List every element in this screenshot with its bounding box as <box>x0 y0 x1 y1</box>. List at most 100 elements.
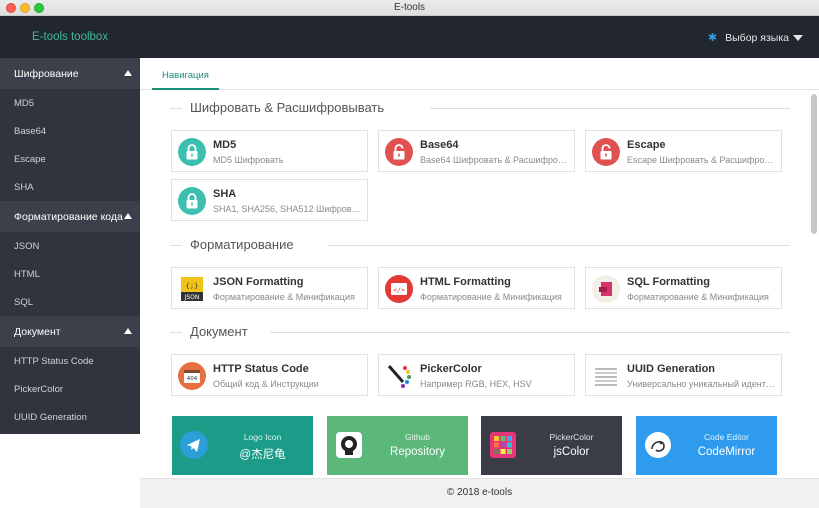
sql-file-icon <box>592 275 620 303</box>
sidebar-item-escape[interactable]: Escape <box>0 145 140 173</box>
unlock-icon <box>385 138 413 166</box>
card-title: SHA <box>213 188 237 200</box>
promo-title: Logo Icon <box>243 432 282 442</box>
promo-title: Github <box>404 432 431 442</box>
divider <box>328 245 790 246</box>
card-subtitle: MD5 Шифровать <box>213 155 284 165</box>
card-http-status-code[interactable]: 404 HTTP Status Code Общий код & Инструк… <box>171 354 368 396</box>
card-pickercolor[interactable]: PickerColor Например RGB, HEX, HSV <box>378 354 575 396</box>
uuid-icon <box>595 368 617 386</box>
svg-text:{;}: {;} <box>186 282 199 290</box>
main-content: Навигация Шифровать & Расшифровывать MD5… <box>140 58 819 478</box>
scrollbar[interactable] <box>811 94 817 234</box>
window-title: E-tools <box>393 2 426 13</box>
color-picker-icon <box>387 365 411 388</box>
sidebar-item-sql[interactable]: SQL <box>0 288 140 316</box>
divider <box>170 332 182 333</box>
gear-icon: ✱ <box>707 32 718 44</box>
title-bar: E-tools <box>0 0 819 16</box>
collapse-icon <box>124 328 132 334</box>
json-file-icon: {;} JSON <box>181 277 203 301</box>
card-md5[interactable]: MD5 MD5 Шифровать <box>171 130 368 172</box>
promo-github[interactable]: Github Repository <box>327 416 468 475</box>
telegram-icon <box>180 431 208 459</box>
sidebar-group-encryption[interactable]: Шифрование <box>0 58 140 89</box>
card-json-formatting[interactable]: {;} JSON JSON Formatting Форматирование … <box>171 267 368 309</box>
card-title: UUID Generation <box>627 363 716 375</box>
caret-down-icon <box>793 34 803 41</box>
card-sha[interactable]: SHA SHA1, SHA256, SHA512 Шифровать <box>171 179 368 221</box>
promo-value: CodeMirror <box>697 446 756 458</box>
promo-title: PickerColor <box>549 432 594 442</box>
sidebar-item-base64[interactable]: Base64 <box>0 117 140 145</box>
sidebar: Шифрование MD5 Base64 Escape SHA Формати… <box>0 58 140 434</box>
card-subtitle: Например RGB, HEX, HSV <box>420 379 532 389</box>
svg-text:404: 404 <box>187 376 198 382</box>
section-title: Форматирование <box>190 237 304 252</box>
promo-logo-icon[interactable]: Logo Icon @杰尼龟 <box>172 416 313 475</box>
card-title: MD5 <box>213 139 237 151</box>
section-title: Шифровать & Расшифровывать <box>190 100 395 115</box>
card-title: HTML Formatting <box>420 276 511 288</box>
collapse-icon <box>124 70 132 76</box>
svg-text:</>: </> <box>393 286 405 294</box>
collapse-icon <box>124 213 132 219</box>
palette-icon <box>490 432 516 458</box>
sidebar-group-label: Документ <box>14 325 61 338</box>
card-subtitle: SHA1, SHA256, SHA512 Шифровать <box>213 204 363 214</box>
sidebar-item-uuid[interactable]: UUID Generation <box>0 403 140 431</box>
section-formatting: Форматирование <box>170 237 790 253</box>
html-code-icon: </> <box>385 275 413 303</box>
card-uuid-generation[interactable]: UUID Generation Универсально уникальный … <box>585 354 782 396</box>
card-title: HTTP Status Code <box>213 363 309 375</box>
section-title: Документ <box>190 324 258 339</box>
divider <box>170 108 182 109</box>
sidebar-group-label: Шифрование <box>14 67 79 80</box>
sidebar-item-json[interactable]: JSON <box>0 232 140 260</box>
card-subtitle: Форматирование & Минификация <box>213 292 355 302</box>
promo-code-editor[interactable]: Code Editor CodeMirror <box>636 416 777 475</box>
sidebar-item-md5[interactable]: MD5 <box>0 89 140 117</box>
svg-text:JSON: JSON <box>184 294 200 301</box>
card-html-formatting[interactable]: </> HTML Formatting Форматирование & Мин… <box>378 267 575 309</box>
sidebar-group-formatting[interactable]: Форматирование кода <box>0 201 140 232</box>
brand-title[interactable]: E-tools toolbox <box>32 31 108 43</box>
card-subtitle: Base64 Шифровать & Расшифровывать <box>420 155 570 165</box>
card-title: SQL Formatting <box>627 276 710 288</box>
tab-bar: Навигация <box>140 58 819 90</box>
card-base64[interactable]: Base64 Base64 Шифровать & Расшифровывать <box>378 130 575 172</box>
lock-icon <box>178 187 206 215</box>
codemirror-icon <box>645 432 671 458</box>
card-subtitle: Универсально уникальный идентификатор <box>627 379 777 389</box>
github-icon <box>336 432 362 458</box>
promo-value: Repository <box>390 446 445 458</box>
sidebar-item-http-status[interactable]: HTTP Status Code <box>0 347 140 375</box>
tab-navigation[interactable]: Навигация <box>152 66 219 90</box>
card-escape[interactable]: Escape Escape Шифровать & Расшифровывать <box>585 130 782 172</box>
divider <box>270 332 790 333</box>
sidebar-item-sha[interactable]: SHA <box>0 173 140 201</box>
card-title: JSON Formatting <box>213 276 304 288</box>
app-header: E-tools toolbox ✱ Выбор языка <box>0 16 819 58</box>
divider <box>430 108 790 109</box>
promo-value: jsColor <box>553 446 590 458</box>
language-selector[interactable]: ✱ Выбор языка <box>708 31 803 44</box>
card-subtitle: Escape Шифровать & Расшифровывать <box>627 155 777 165</box>
card-subtitle: Форматирование & Минификация <box>627 292 769 302</box>
http-404-icon: 404 <box>178 362 206 390</box>
card-title: Escape <box>627 139 666 151</box>
sidebar-group-label: Форматирование кода <box>14 210 123 223</box>
promo-value: @杰尼龟 <box>239 449 286 461</box>
promo-title: Code Editor <box>704 432 749 442</box>
card-subtitle: Общий код & Инструкции <box>213 379 319 389</box>
promo-pickercolor[interactable]: PickerColor jsColor <box>481 416 622 475</box>
card-title: PickerColor <box>420 363 482 375</box>
card-sql-formatting[interactable]: SQL Formatting Форматирование & Минифика… <box>585 267 782 309</box>
card-subtitle: Форматирование & Минификация <box>420 292 562 302</box>
card-title: Base64 <box>420 139 459 151</box>
sidebar-item-html[interactable]: HTML <box>0 260 140 288</box>
sidebar-group-document[interactable]: Документ <box>0 316 140 347</box>
section-encryption: Шифровать & Расшифровывать <box>170 100 790 116</box>
unlock-icon <box>592 138 620 166</box>
sidebar-item-pickercolor[interactable]: PickerColor <box>0 375 140 403</box>
